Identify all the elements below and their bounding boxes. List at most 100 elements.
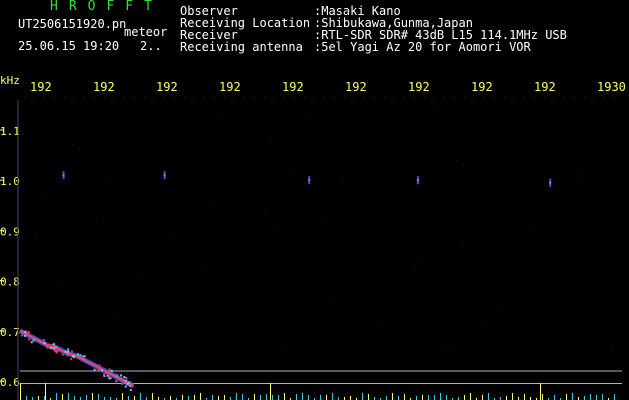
noise-marker [326, 395, 327, 400]
noise-dot [294, 168, 295, 169]
tall-marker [270, 383, 271, 400]
grid-dot [94, 97, 95, 98]
grid-dot [484, 97, 485, 98]
grid-dot [424, 97, 425, 98]
trace-dot [43, 339, 45, 341]
grid-dot [44, 97, 45, 98]
noise-dot [42, 199, 43, 200]
tall-marker [45, 383, 46, 400]
echo-core [164, 174, 166, 176]
trace-dot [28, 331, 30, 333]
noise-dot [324, 222, 325, 223]
noise-dot [312, 180, 313, 181]
grid-dot [554, 97, 555, 98]
trace-dot [111, 370, 113, 372]
noise-dot [270, 140, 271, 141]
noise-dot [282, 346, 283, 347]
noise-dot [276, 228, 277, 229]
trace-dot [21, 334, 23, 336]
noise-marker [278, 395, 279, 400]
trace-dot [120, 374, 122, 376]
grid-dot [474, 97, 475, 98]
noise-marker [302, 393, 303, 400]
noise-marker [584, 396, 585, 400]
noise-dot [306, 112, 307, 113]
grid-dot [124, 97, 125, 98]
noise-marker [320, 395, 321, 400]
grid-dots [24, 97, 615, 352]
echo-core [549, 182, 551, 184]
noise-marker [182, 395, 183, 400]
noise-dot [114, 312, 115, 313]
trace-dot [104, 370, 106, 372]
grid-dot [374, 97, 375, 98]
trace-dot [50, 347, 52, 349]
trace-dot [101, 369, 103, 371]
grid-dot [34, 97, 35, 98]
noise-marker [434, 395, 435, 400]
tall-marker [540, 383, 541, 400]
noise-marker [56, 393, 57, 400]
trace-dot [127, 383, 129, 385]
noise-marker [428, 395, 429, 400]
trace-dot [130, 389, 132, 391]
trace-dot [72, 355, 74, 357]
noise-marker [242, 394, 243, 400]
grid-dot [234, 97, 235, 98]
noise-dot [330, 301, 331, 302]
noise-marker [218, 396, 219, 400]
noise-marker [404, 394, 405, 400]
trace-dot [85, 359, 87, 361]
grid-dot [274, 97, 275, 98]
grid-dot [24, 97, 25, 98]
grid-dot [164, 97, 165, 98]
grid-dot [154, 97, 155, 98]
trace-dot [93, 364, 95, 366]
grid-dot [494, 97, 495, 98]
noise-marker [572, 393, 573, 400]
grid-dot [104, 97, 105, 98]
grid-dot [214, 97, 215, 98]
noise-marker [98, 394, 99, 400]
trace-dot [97, 366, 99, 368]
trace-dot [65, 351, 67, 353]
grid-dot [284, 97, 285, 98]
x-tick-label: 192 [534, 80, 556, 94]
noise-marker [488, 393, 489, 400]
noise-marker [152, 393, 153, 400]
noise-marker [506, 396, 507, 400]
noise-marker [554, 395, 555, 400]
trace-dot [98, 368, 100, 370]
grid-dot [294, 97, 295, 98]
noise-dot [210, 200, 211, 201]
y-axis-label: kHz [0, 74, 20, 87]
trace-dot [24, 331, 26, 333]
grid-dot [244, 97, 245, 98]
grid-dot [614, 97, 615, 98]
grid-dot [584, 97, 585, 98]
noise-dot [432, 105, 433, 106]
noise-marker [170, 396, 171, 400]
trace-dot [125, 380, 127, 382]
y-tick-label: 0.6 [0, 376, 20, 389]
y-tick-label: 0.7 [0, 326, 20, 339]
grid-dot [114, 97, 115, 98]
noise-dot [72, 144, 73, 145]
noise-marker [512, 393, 513, 400]
noise-marker [86, 395, 87, 400]
doppler-trace [20, 331, 133, 391]
noise-marker [386, 396, 387, 400]
reference-lines [18, 100, 622, 400]
noise-dot [264, 210, 265, 211]
grid-dot [454, 97, 455, 98]
x-tick-label: 192 [408, 80, 430, 94]
trace-dot [33, 339, 35, 341]
grid-dot [464, 97, 465, 98]
grid-dot [74, 97, 75, 98]
grid-dot [564, 97, 565, 98]
trace-dot [94, 369, 96, 371]
noise-dot [342, 180, 343, 181]
noise-dot [498, 309, 499, 310]
trace-dot [77, 353, 79, 355]
trace-dot [67, 354, 69, 356]
